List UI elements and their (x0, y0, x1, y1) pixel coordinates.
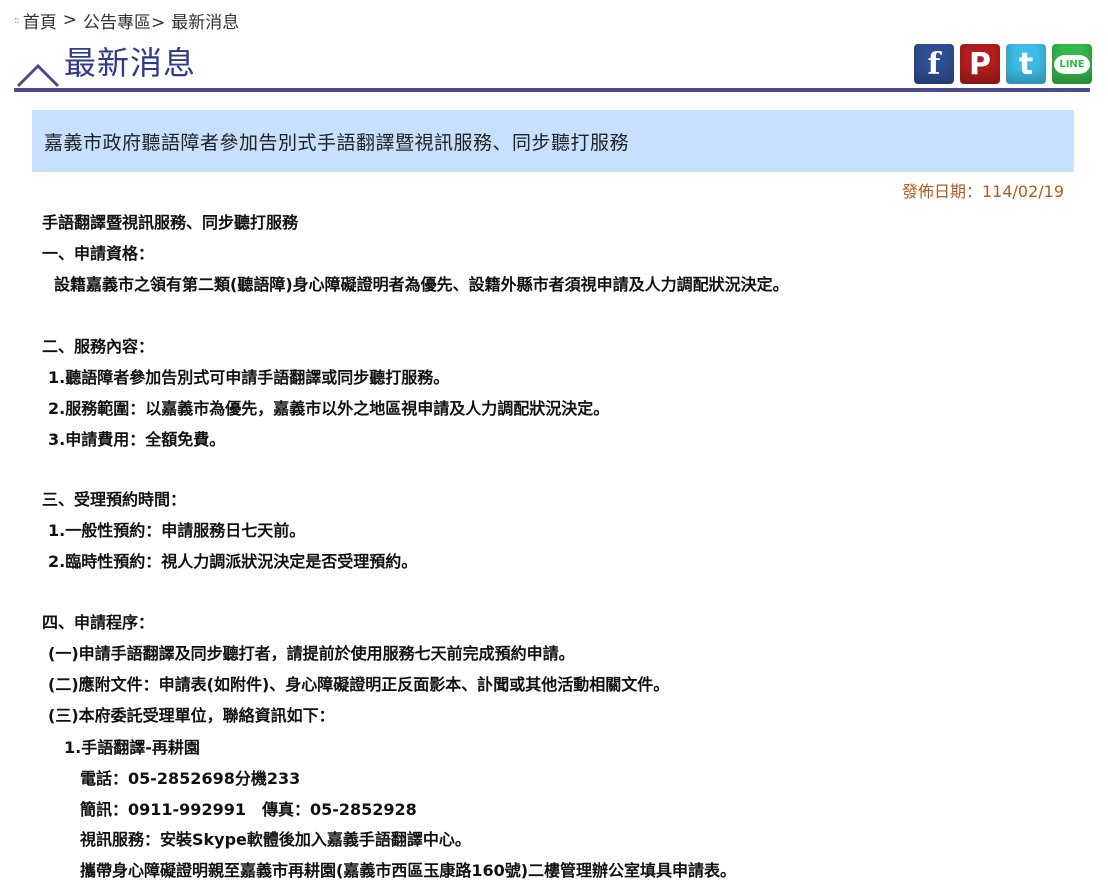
body-paragraph: 設籍嘉義市之領有第二類(聽語障)身心障礙證明者為優先、設籍外縣市者須視申請及人力… (54, 275, 789, 294)
sub-list-item: 1.手語翻譯-再耕園 (64, 738, 200, 757)
section-heading: 四、申請程序： (42, 613, 155, 632)
list-item: 2.服務範圍：以嘉義市為優先，嘉義市以外之地區視申請及人力調配狀況決定。 (48, 399, 610, 418)
list-item: (二)應附文件：申請表(如附件)、身心障礙證明正反面影本、訃聞或其他活動相關文件… (48, 675, 670, 694)
breadcrumb-dots-icon: :: (14, 14, 20, 26)
contact-instructions: 攜帶身心障礙證明親至嘉義市再耕園(嘉義市西區玉康路160號)二樓管理辦公室填具申… (80, 861, 737, 880)
contact-sms-fax: 簡訊：0911-992991 傳真：05-2852928 (80, 800, 417, 819)
breadcrumb-separator: > (62, 10, 77, 30)
breadcrumb-section-link[interactable]: 公告專區> (83, 8, 165, 33)
list-item: (三)本府委託受理單位，聯絡資訊如下： (48, 706, 335, 725)
section-heading: 二、服務內容： (42, 337, 155, 356)
list-item: 1.聽語障者參加告別式可申請手語翻譯或同步聽打服務。 (48, 368, 450, 387)
contact-phone: 電話：05-2852698分機233 (80, 769, 301, 788)
list-item: 1.一般性預約：申請服務日七天前。 (48, 521, 306, 540)
facebook-share-icon[interactable]: f (914, 44, 954, 84)
section-heading: 一、申請資格： (42, 244, 155, 263)
title-underline (14, 88, 1090, 92)
body-subtitle: 手語翻譯暨視訊服務、同步聽打服務 (42, 213, 299, 232)
line-share-label: LINE (1054, 54, 1090, 74)
publish-date: 發佈日期：114/02/19 (901, 182, 1064, 201)
breadcrumb-current: 最新消息 (171, 12, 240, 33)
share-buttons: f P t LINE (914, 44, 1092, 84)
page-title: 最新消息 (64, 44, 197, 82)
line-share-icon[interactable]: LINE (1052, 44, 1092, 84)
plurk-share-icon[interactable]: P (960, 44, 1000, 84)
section-heading: 三、受理預約時間： (42, 490, 187, 509)
news-headline: 嘉義市政府聽語障者參加告別式手語翻譯暨視訊服務、同步聽打服務 (44, 131, 630, 154)
list-item: 2.臨時性預約：視人力調派狀況決定是否受理預約。 (48, 552, 418, 571)
news-title-box: 嘉義市政府聽語障者參加告別式手語翻譯暨視訊服務、同步聽打服務 (32, 110, 1074, 172)
list-item: 3.申請費用：全額免費。 (48, 430, 226, 449)
breadcrumb: :: 首頁 > 公告專區> 最新消息 (14, 8, 240, 33)
twitter-share-icon[interactable]: t (1006, 44, 1046, 84)
contact-video: 視訊服務：安裝Skype軟體後加入嘉義手語翻譯中心。 (80, 830, 471, 849)
breadcrumb-home-link[interactable]: 首頁 (23, 8, 57, 33)
list-item: (一)申請手語翻譯及同步聽打者，請提前於使用服務七天前完成預約申請。 (48, 644, 575, 663)
roof-decoration-icon (16, 63, 60, 88)
